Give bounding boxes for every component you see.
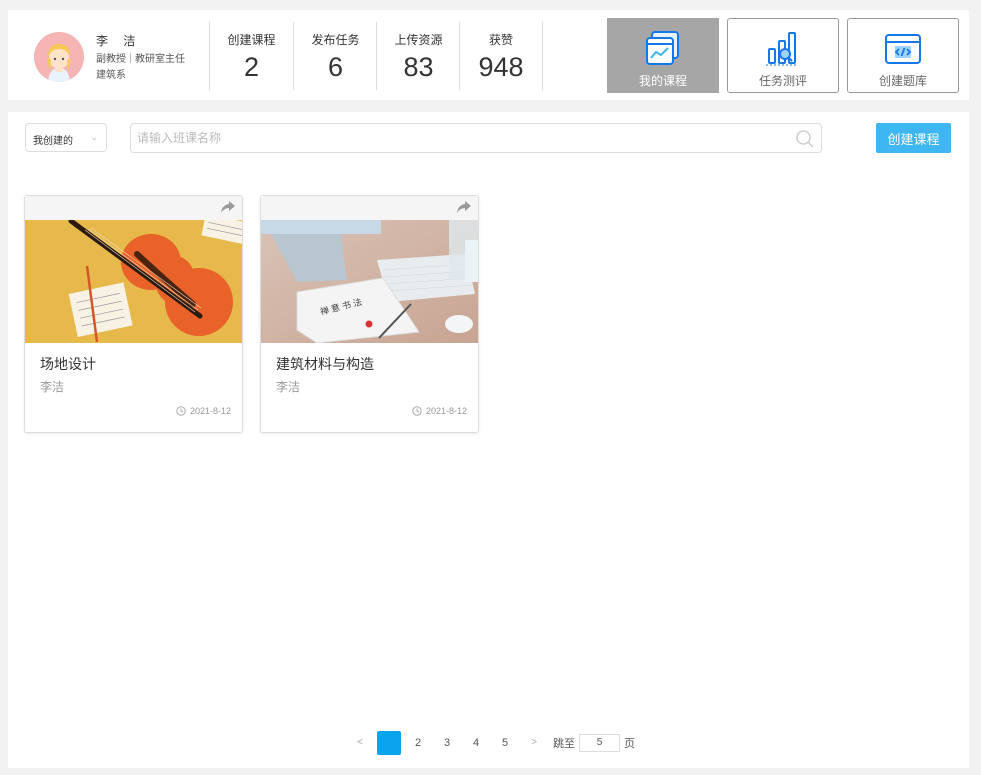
stat-label: 获赞 — [488, 33, 513, 47]
jump-page-input[interactable]: 5 — [579, 734, 620, 752]
course-author: 李洁 — [40, 380, 65, 394]
stat-value: 6 — [327, 52, 344, 82]
stat-value: 948 — [478, 52, 524, 82]
nav-label: 我的课程 — [638, 74, 687, 88]
course-date: 2021-8-12 — [176, 406, 231, 416]
filter-value: 我创建的 — [33, 136, 73, 147]
stat-value: 83 — [403, 52, 434, 82]
user-title: 副教授 — [96, 54, 126, 65]
nav-create-question-bank[interactable]: 创建题库 — [847, 18, 959, 93]
card-topbar — [25, 196, 242, 220]
clock-icon — [412, 406, 422, 416]
course-date: 2021-8-12 — [412, 406, 467, 416]
stat-tasks: 发布任务 6 — [293, 22, 377, 90]
course-window-icon — [646, 31, 679, 65]
page-5-button[interactable]: 5 — [493, 731, 517, 755]
user-name: 李 洁 — [96, 34, 142, 48]
page-unit-label: 页 — [624, 738, 635, 750]
chevron-down-icon: ⌄ — [90, 132, 98, 142]
stat-label: 上传资源 — [394, 33, 443, 47]
course-card[interactable]: 禅 意 书 法 建筑材料与构造 李洁 2021-8-12 — [260, 195, 479, 433]
prev-page-button[interactable]: < — [348, 731, 372, 755]
stat-value: 2 — [243, 52, 260, 82]
share-icon[interactable] — [220, 200, 236, 214]
title-divider — [130, 53, 131, 63]
user-titles: 副教授 教研室主任 — [96, 50, 185, 65]
stat-likes: 获赞 948 — [459, 22, 543, 90]
avatar — [34, 32, 84, 82]
card-topbar — [261, 196, 478, 220]
clock-icon — [176, 406, 186, 416]
next-page-button[interactable]: > — [522, 731, 546, 755]
search-input[interactable] — [137, 125, 777, 151]
nav-label: 创建题库 — [878, 74, 927, 88]
code-window-icon — [885, 34, 921, 64]
stat-courses: 创建课程 2 — [209, 22, 293, 90]
course-title[interactable]: 场地设计 — [40, 354, 96, 374]
page-2-button[interactable]: 2 — [406, 731, 430, 755]
page-4-button[interactable]: 4 — [464, 731, 488, 755]
share-icon[interactable] — [456, 200, 472, 214]
nav-my-courses[interactable]: 我的课程 — [607, 18, 719, 93]
nav-task-evaluation[interactable]: 任务测评 — [727, 18, 839, 93]
course-title[interactable]: 建筑材料与构造 — [276, 354, 374, 374]
bar-chart-magnifier-icon — [766, 32, 796, 66]
course-card[interactable]: 场地设计 李洁 2021-8-12 — [24, 195, 243, 433]
course-author: 李洁 — [276, 380, 301, 394]
course-cover-image — [25, 220, 242, 343]
course-date-text: 2021-8-12 — [425, 406, 467, 416]
stat-label: 发布任务 — [311, 33, 360, 47]
pagination: < 2 3 4 5 > 跳至 5 页 — [348, 731, 635, 755]
stat-label: 创建课程 — [227, 33, 276, 47]
course-list-panel: 我创建的 ⌄ 创建课程 — [8, 112, 969, 768]
user-role: 教研室主任 — [135, 54, 185, 65]
nav-label: 任务测评 — [758, 74, 807, 88]
search-box — [130, 123, 822, 153]
page-3-button[interactable]: 3 — [435, 731, 459, 755]
search-icon[interactable] — [795, 129, 815, 149]
create-course-button[interactable]: 创建课程 — [876, 123, 951, 153]
user-department: 建筑系 — [96, 70, 126, 81]
course-date-text: 2021-8-12 — [189, 406, 231, 416]
profile-header: 李 洁 副教授 教研室主任 建筑系 创建课程 2 发布任务 6 上传资源 83 获… — [8, 10, 969, 100]
jump-label: 跳至 — [553, 738, 575, 750]
stat-resources: 上传资源 83 — [376, 22, 460, 90]
course-cover-image: 禅 意 书 法 — [261, 220, 478, 343]
page-1-button[interactable] — [377, 731, 401, 755]
course-filter-select[interactable]: 我创建的 ⌄ — [25, 123, 107, 152]
